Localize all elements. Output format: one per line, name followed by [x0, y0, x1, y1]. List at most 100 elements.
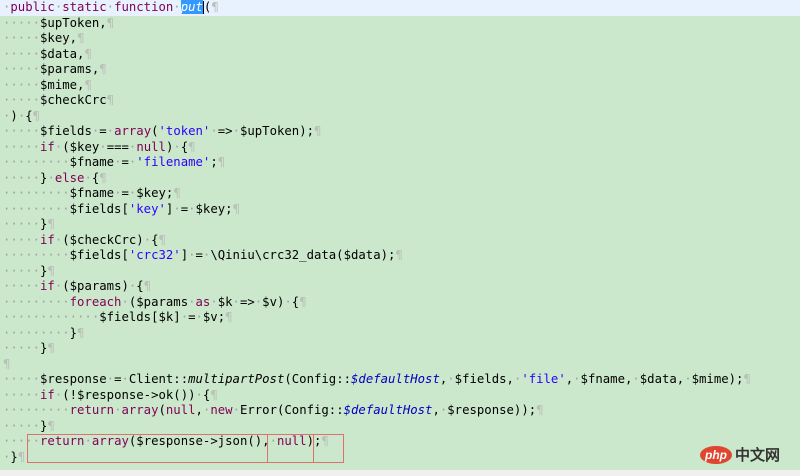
code-line[interactable]: ·····}·else·{¶	[0, 171, 800, 187]
horizontal-scrollbar[interactable]	[0, 470, 800, 476]
code-line[interactable]: ·····$fields·=·array('token'·=>·$upToken…	[0, 124, 800, 140]
code-line[interactable]: ·····if·(!$response->ok())·{¶	[0, 388, 800, 404]
whitespace-marker: ·	[188, 248, 196, 262]
code-line[interactable]: ·········foreach·($params·as·$k·=>·$v)·{…	[0, 295, 800, 311]
watermark-text: 中文网	[735, 446, 781, 464]
pilcrow-icon: ¶	[106, 15, 115, 30]
pilcrow-icon: ¶	[536, 403, 544, 417]
code-line[interactable]: ·····if·($params)·{¶	[0, 279, 800, 295]
pilcrow-icon: ¶	[84, 77, 92, 92]
code-text: {	[25, 108, 33, 123]
code-line[interactable]: ·public·static·function·put(¶	[0, 0, 800, 16]
code-text: =	[99, 124, 107, 138]
code-line[interactable]: ·····$upToken,¶	[0, 16, 800, 32]
keyword: as	[195, 294, 211, 309]
keyword: if	[40, 139, 55, 154]
pilcrow-icon: ¶	[210, 387, 218, 402]
code-text: ($checkCrc)	[62, 232, 144, 247]
code-text: $data,	[40, 46, 85, 61]
code-line[interactable]: ·········$fields['crc32']·=·\Qiniu\crc32…	[0, 248, 800, 264]
code-text: ===	[106, 139, 129, 154]
code-text: $mime);	[691, 372, 744, 386]
code-text: (Config::	[284, 372, 352, 386]
whitespace-marker: ·	[210, 124, 218, 138]
code-line[interactable]: ·····}¶	[0, 217, 800, 233]
pilcrow-icon: ¶	[395, 248, 403, 262]
code-text: (	[158, 403, 166, 417]
code-line[interactable]: ·········$fname·=·$key;¶	[0, 186, 800, 202]
indent-whitespace: ·····	[3, 93, 41, 107]
whitespace-marker: ·	[573, 372, 581, 386]
code-line[interactable]: ·····$data,¶	[0, 47, 800, 63]
whitespace-marker: ·	[632, 372, 640, 386]
code-line[interactable]: ·····}¶	[0, 341, 800, 357]
indent-whitespace: ·····	[3, 139, 41, 154]
code-text: $fname	[69, 155, 115, 169]
indent-whitespace: ·····	[3, 15, 41, 30]
code-line[interactable]: ·············$fields[$k]·=·$v;¶	[0, 310, 800, 326]
code-text: ($key	[62, 139, 100, 154]
code-text: $mime,	[40, 77, 85, 92]
pilcrow-icon: ¶	[99, 62, 107, 76]
code-text: =	[188, 310, 196, 324]
code-text: ($params)	[62, 279, 129, 293]
keyword: null	[165, 403, 196, 417]
code-text: $fields	[40, 124, 92, 138]
code-line[interactable]: ·········$fields['key']·=·$key;¶	[0, 202, 800, 218]
indent-whitespace: ·········	[3, 248, 70, 262]
pilcrow-icon: ¶	[47, 217, 55, 231]
code-line[interactable]: ·········$fname·=·'filename';¶	[0, 155, 800, 171]
pilcrow-icon: ¶	[47, 263, 55, 278]
indent-whitespace: ·····	[3, 418, 41, 433]
code-text: =>	[217, 124, 233, 138]
code-line[interactable]: ·····$key,¶	[0, 31, 800, 47]
code-text: \Qiniu\crc32_data($data);	[210, 248, 396, 262]
indent-whitespace: ·········	[3, 201, 70, 216]
code-text: $fields[	[69, 201, 129, 216]
whitespace-marker: ·	[106, 0, 115, 14]
code-text: ]	[180, 248, 189, 262]
whitespace-marker: ·	[210, 294, 218, 309]
code-line[interactable]: ·········}¶	[0, 326, 800, 342]
code-line[interactable]: ·····if·($key·===·null)·{¶	[0, 140, 800, 156]
code-line[interactable]: ·····$params,¶	[0, 62, 800, 78]
indent-whitespace: ·····	[3, 341, 41, 355]
code-text: =	[195, 248, 203, 262]
code-line[interactable]: ·····$checkCrc¶	[0, 93, 800, 109]
indent-whitespace: ·····	[3, 372, 41, 386]
whitespace-marker: ·	[106, 124, 115, 138]
code-line[interactable]: ·)·{¶	[0, 109, 800, 125]
code-text: $key,	[40, 31, 78, 45]
code-line[interactable]: ·········return·array(null,·new·Error(Co…	[0, 403, 800, 419]
code-text: ,	[195, 403, 203, 417]
indent-whitespace: ·········	[3, 294, 70, 309]
code-line[interactable]: ¶	[0, 357, 800, 373]
code-line[interactable]: ·····$mime,¶	[0, 78, 800, 94]
whitespace-marker: ·	[47, 170, 55, 185]
code-text: ,	[432, 403, 440, 417]
code-text: =	[180, 201, 189, 216]
code-line[interactable]: ·····$response·=·Client::multipartPost(C…	[0, 372, 800, 388]
code-line[interactable]: ·····}¶	[0, 419, 800, 435]
pilcrow-icon: ¶	[47, 341, 55, 355]
code-text: {	[136, 279, 144, 293]
whitespace-marker: ·	[232, 403, 240, 417]
indent-whitespace: ·····	[3, 62, 41, 76]
whitespace-marker: ·	[180, 310, 189, 324]
string-literal: 'token'	[158, 124, 211, 138]
keyword: else	[54, 170, 85, 185]
pilcrow-icon: ¶	[99, 170, 107, 185]
code-text: }	[69, 325, 78, 340]
keyword: array	[121, 403, 159, 417]
code-text: $checkCrc	[40, 93, 107, 107]
indent-whitespace: ·····	[3, 46, 41, 61]
code-line[interactable]: ·····}¶	[0, 264, 800, 280]
whitespace-marker: ·	[84, 170, 92, 185]
pilcrow-icon: ¶	[232, 201, 240, 216]
code-line[interactable]: ·····if·($checkCrc)·{¶	[0, 233, 800, 249]
annotation-box-null	[267, 434, 314, 463]
indent-whitespace: ·····	[3, 124, 41, 138]
code-editor[interactable]: ·public·static·function·put(¶ ·····$upTok…	[0, 0, 800, 470]
indent-whitespace: ·····	[3, 387, 41, 402]
indent-whitespace: ·····	[3, 232, 41, 247]
